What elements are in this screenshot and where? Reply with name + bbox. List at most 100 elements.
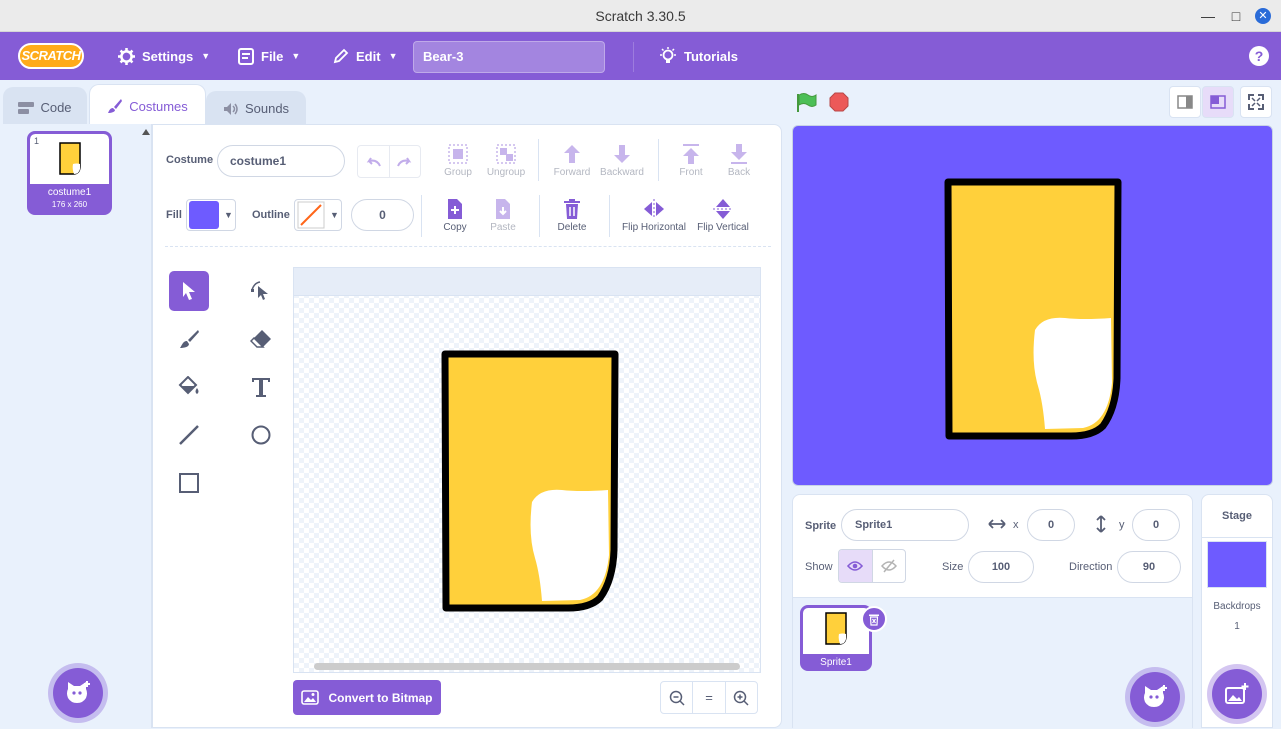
costume-name-input[interactable]: costume1 [217,145,345,177]
stage-thumbnail[interactable] [1207,541,1267,588]
paste-button[interactable]: Paste [477,198,529,233]
direction-label: Direction [1069,561,1113,573]
green-flag-button[interactable] [796,92,818,117]
y-input[interactable]: 0 [1132,509,1180,541]
sprite-tile[interactable]: Sprite1 [800,605,887,671]
pencil-icon [333,48,349,64]
gear-icon [118,47,135,65]
x-input[interactable]: 0 [1027,509,1075,541]
circle-icon [251,425,271,445]
green-flag-icon [797,93,817,112]
undo-button[interactable] [358,146,390,177]
forward-label: Forward [553,167,591,178]
small-stage-button[interactable] [1169,86,1201,118]
rectangle-icon [179,473,199,493]
image-icon [301,690,320,705]
stage-canvas[interactable] [792,125,1273,486]
reshape-icon [251,281,268,300]
front-button[interactable]: Front [665,143,717,178]
reshape-tool[interactable] [241,271,281,311]
show-hidden-button[interactable] [873,550,906,582]
minimize-icon[interactable]: — [1200,8,1216,24]
stop-button[interactable] [829,92,849,115]
trash-icon [564,199,580,219]
tab-costumes[interactable]: Costumes [89,84,206,127]
front-icon [683,144,699,164]
tutorials-button[interactable]: Tutorials [659,32,738,80]
fullscreen-button[interactable] [1240,86,1272,118]
backward-button[interactable]: Backward [596,143,648,178]
line-tool[interactable] [169,415,209,455]
group-button[interactable]: Group [432,143,484,178]
show-visible-button[interactable] [839,550,873,582]
delete-button[interactable]: Delete [546,198,598,233]
size-input[interactable]: 100 [968,551,1034,583]
sprite-name-input[interactable]: Sprite1 [841,509,969,541]
convert-to-bitmap-button[interactable]: Convert to Bitmap [293,680,441,715]
show-label: Show [805,561,833,573]
close-window-icon[interactable]: ✕ [1255,8,1271,24]
choose-backdrop-button[interactable] [1212,669,1262,719]
scroll-up-icon[interactable] [142,129,150,135]
tab-code[interactable]: Code [3,87,87,127]
ungroup-button[interactable]: Ungroup [480,143,532,178]
tab-sounds[interactable]: Sounds [206,91,306,125]
direction-input[interactable]: 90 [1117,551,1181,583]
costume-thumbnail: 1 [30,134,109,184]
circle-tool[interactable] [241,415,281,455]
select-tool[interactable] [169,271,209,311]
project-title-input[interactable]: Bear-3 [413,41,605,73]
choose-sprite-button[interactable] [1130,672,1180,722]
rectangle-tool[interactable] [169,463,209,503]
ungroup-icon [496,144,516,164]
backdrops-count: 1 [1234,621,1240,632]
paste-label: Paste [490,222,516,233]
backward-label: Backward [600,167,644,178]
undo-redo-group [357,145,421,178]
edit-menu[interactable]: Edit ▼ [333,32,397,80]
copy-button[interactable]: Copy [429,198,481,233]
choose-costume-button[interactable] [53,668,103,718]
zoom-reset-button[interactable]: = [693,682,726,713]
redo-icon [396,156,412,166]
sprite-thumbnail-image [825,612,847,645]
scratch-logo[interactable]: SCRATCH [18,43,84,69]
maximize-icon[interactable]: □ [1228,8,1244,24]
file-menu[interactable]: File ▼ [238,32,300,80]
line-icon [179,425,199,445]
outline-width-input[interactable]: 0 [351,199,414,231]
stage-selector-panel[interactable]: Stage Backdrops 1 [1201,494,1273,728]
costume-label: Costume [166,154,214,166]
forward-button[interactable]: Forward [546,143,598,178]
fill-tool[interactable] [169,367,209,407]
outline-color-picker[interactable]: ▼ [294,199,342,231]
zoom-out-button[interactable] [661,682,694,713]
text-tool[interactable] [241,367,281,407]
back-button[interactable]: Back [713,143,765,178]
settings-menu[interactable]: Settings ▼ [118,32,210,80]
copy-label: Copy [443,222,467,233]
large-stage-button[interactable] [1202,86,1234,118]
brush-tool[interactable] [169,319,209,359]
zoom-in-button[interactable] [726,682,757,713]
paint-canvas[interactable] [293,267,761,673]
zoom-out-icon [669,690,685,706]
costume-tile[interactable]: 1 costume1 176 x 260 [27,131,112,215]
costume-list-scrollbar[interactable] [140,124,152,724]
horizontal-arrows-icon [988,519,1006,529]
flip-horizontal-button[interactable]: Flip Horizontal [619,198,689,233]
redo-button[interactable] [390,146,421,177]
canvas-horizontal-scrollbar[interactable] [314,663,740,670]
fill-color-picker[interactable]: ▼ [186,199,236,231]
costume-name: costume1 [47,187,92,198]
help-icon[interactable]: ? [1249,46,1269,66]
backward-icon [614,145,630,163]
back-icon [731,144,747,164]
paint-bucket-icon [178,376,199,395]
flip-vertical-label: Flip Vertical [697,222,749,233]
delete-sprite-button[interactable] [861,606,887,632]
undo-icon [366,156,382,166]
size-label: Size [942,561,964,573]
eraser-tool[interactable] [241,319,281,359]
flip-vertical-button[interactable]: Flip Vertical [691,198,755,233]
